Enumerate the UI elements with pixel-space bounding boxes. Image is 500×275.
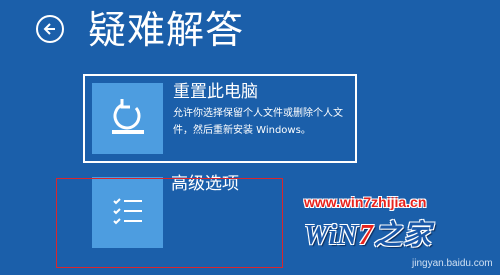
watermark-logo: WiN7之家 xyxy=(304,213,432,253)
reset-pc-option[interactable]: 重置此电脑 允许你选择保留个人文件或删除个人文件，然后重新安装 Windows。 xyxy=(83,74,357,163)
reset-pc-tile xyxy=(92,83,163,154)
watermark-site: jingyan.baidu.com xyxy=(412,258,493,269)
watermark-logo-seven: 7 xyxy=(358,220,374,251)
page-title: 疑难解答 xyxy=(88,8,245,52)
watermark: www.win7zhijia.cn WiN7之家 jingyan.baidu.c… xyxy=(272,194,500,275)
watermark-url: www.win7zhijia.cn xyxy=(304,194,427,210)
reset-pc-icon xyxy=(111,98,144,134)
checklist-icon xyxy=(112,197,142,224)
arrow-left-icon xyxy=(43,23,55,35)
advanced-options-title: 高级选项 xyxy=(171,174,239,194)
watermark-logo-suffix: 之家 xyxy=(373,220,432,251)
reset-pc-title: 重置此电脑 xyxy=(173,82,258,102)
watermark-logo-prefix: WiN xyxy=(304,220,359,251)
advanced-options-tile xyxy=(92,177,163,248)
reset-pc-description: 允许你选择保留个人文件或删除个人文件，然后重新安装 Windows。 xyxy=(173,108,343,136)
back-button[interactable] xyxy=(36,15,64,43)
